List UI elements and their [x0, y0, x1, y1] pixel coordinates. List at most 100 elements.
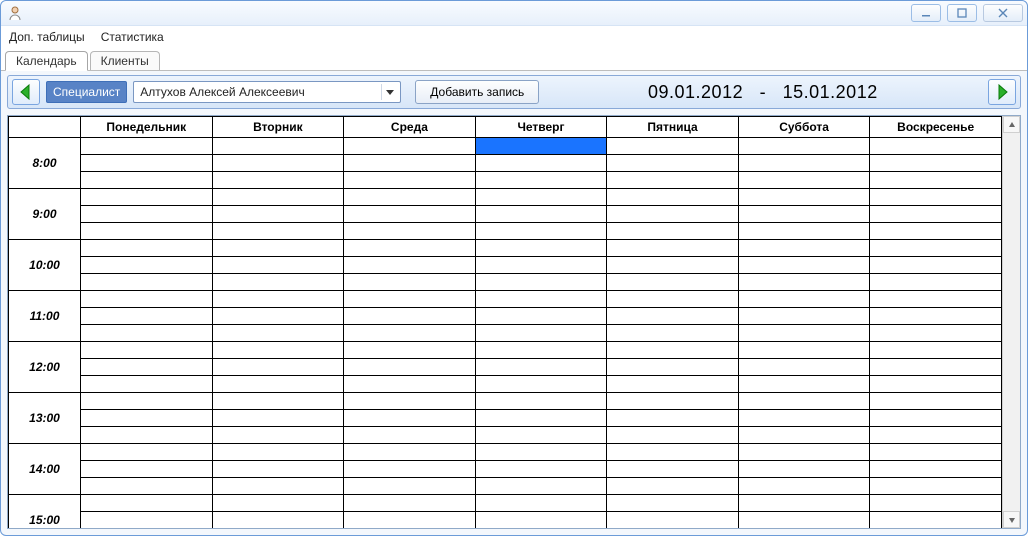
calendar-slot[interactable]: [607, 138, 739, 155]
calendar-slot[interactable]: [81, 155, 213, 172]
calendar-slot[interactable]: [475, 308, 607, 325]
calendar-slot[interactable]: [81, 325, 213, 342]
calendar-slot[interactable]: [870, 223, 1002, 240]
calendar-slot[interactable]: [607, 512, 739, 529]
calendar-slot[interactable]: [870, 240, 1002, 257]
calendar-slot[interactable]: [738, 155, 870, 172]
menu-statistics[interactable]: Статистика: [101, 30, 164, 44]
add-record-button[interactable]: Добавить запись: [415, 80, 539, 104]
calendar-slot[interactable]: [81, 138, 213, 155]
calendar-slot[interactable]: [212, 359, 344, 376]
minimize-button[interactable]: [911, 4, 941, 22]
calendar-slot[interactable]: [870, 495, 1002, 512]
calendar-slot[interactable]: [475, 172, 607, 189]
calendar-slot[interactable]: [475, 478, 607, 495]
calendar-slot[interactable]: [344, 138, 476, 155]
calendar-slot[interactable]: [212, 512, 344, 529]
calendar-slot[interactable]: [212, 444, 344, 461]
calendar-slot[interactable]: [81, 444, 213, 461]
calendar-slot[interactable]: [607, 444, 739, 461]
calendar-slot[interactable]: [212, 308, 344, 325]
calendar-slot[interactable]: [344, 495, 476, 512]
calendar-slot[interactable]: [738, 223, 870, 240]
calendar-slot[interactable]: [607, 342, 739, 359]
calendar-slot[interactable]: [870, 274, 1002, 291]
calendar-slot[interactable]: [212, 342, 344, 359]
calendar-slot[interactable]: [738, 342, 870, 359]
calendar-slot[interactable]: [344, 427, 476, 444]
tab-calendar[interactable]: Календарь: [5, 51, 88, 71]
calendar-slot[interactable]: [212, 393, 344, 410]
calendar-slot[interactable]: [344, 189, 476, 206]
calendar-slot[interactable]: [738, 138, 870, 155]
calendar-slot[interactable]: [870, 189, 1002, 206]
calendar-slot[interactable]: [607, 240, 739, 257]
calendar-slot[interactable]: [212, 172, 344, 189]
calendar-slot[interactable]: [475, 376, 607, 393]
calendar-slot[interactable]: [81, 393, 213, 410]
calendar-slot[interactable]: [475, 223, 607, 240]
calendar-slot[interactable]: [738, 376, 870, 393]
calendar-slot[interactable]: [81, 342, 213, 359]
calendar-slot[interactable]: [607, 376, 739, 393]
calendar-slot[interactable]: [475, 257, 607, 274]
calendar-slot[interactable]: [81, 308, 213, 325]
calendar-slot[interactable]: [738, 495, 870, 512]
calendar-slot[interactable]: [475, 206, 607, 223]
calendar-slot[interactable]: [870, 342, 1002, 359]
calendar-slot[interactable]: [738, 274, 870, 291]
tab-clients[interactable]: Клиенты: [90, 51, 160, 70]
calendar-slot[interactable]: [81, 478, 213, 495]
calendar-slot[interactable]: [607, 308, 739, 325]
calendar-slot[interactable]: [738, 257, 870, 274]
calendar-slot[interactable]: [212, 495, 344, 512]
calendar-slot[interactable]: [344, 308, 476, 325]
calendar-slot[interactable]: [607, 359, 739, 376]
calendar-slot[interactable]: [344, 342, 476, 359]
calendar-slot[interactable]: [607, 325, 739, 342]
menu-aux-tables[interactable]: Доп. таблицы: [9, 30, 85, 44]
calendar-slot[interactable]: [212, 274, 344, 291]
calendar-slot[interactable]: [81, 223, 213, 240]
calendar-slot[interactable]: [81, 461, 213, 478]
calendar-slot[interactable]: [738, 512, 870, 529]
calendar-slot[interactable]: [870, 359, 1002, 376]
calendar-slot[interactable]: [344, 155, 476, 172]
calendar-slot[interactable]: [212, 410, 344, 427]
calendar-slot[interactable]: [344, 461, 476, 478]
calendar-slot[interactable]: [738, 189, 870, 206]
calendar-slot[interactable]: [344, 444, 476, 461]
calendar-slot[interactable]: [81, 376, 213, 393]
calendar-slot[interactable]: [475, 189, 607, 206]
calendar-slot[interactable]: [344, 325, 476, 342]
calendar-slot[interactable]: [870, 291, 1002, 308]
calendar-slot[interactable]: [81, 291, 213, 308]
calendar-slot[interactable]: [870, 325, 1002, 342]
calendar-slot[interactable]: [738, 206, 870, 223]
calendar-slot[interactable]: [475, 342, 607, 359]
calendar-slot[interactable]: [212, 427, 344, 444]
calendar-slot[interactable]: [212, 223, 344, 240]
calendar-slot[interactable]: [607, 410, 739, 427]
calendar-slot[interactable]: [212, 291, 344, 308]
calendar-slot[interactable]: [738, 172, 870, 189]
calendar-slot[interactable]: [870, 155, 1002, 172]
calendar-slot[interactable]: [738, 291, 870, 308]
calendar-slot[interactable]: [475, 274, 607, 291]
calendar-slot[interactable]: [475, 240, 607, 257]
calendar-slot[interactable]: [607, 427, 739, 444]
calendar-slot[interactable]: [607, 206, 739, 223]
calendar-slot[interactable]: [344, 410, 476, 427]
calendar-slot[interactable]: [344, 376, 476, 393]
calendar-slot[interactable]: [475, 291, 607, 308]
calendar-slot[interactable]: [738, 359, 870, 376]
calendar-slot[interactable]: [870, 512, 1002, 529]
calendar-slot[interactable]: [870, 172, 1002, 189]
calendar-slot[interactable]: [212, 240, 344, 257]
calendar-slot[interactable]: [738, 240, 870, 257]
calendar-slot[interactable]: [475, 512, 607, 529]
calendar-slot[interactable]: [344, 359, 476, 376]
calendar-slot[interactable]: [81, 359, 213, 376]
calendar-slot[interactable]: [738, 478, 870, 495]
calendar-slot[interactable]: [475, 444, 607, 461]
